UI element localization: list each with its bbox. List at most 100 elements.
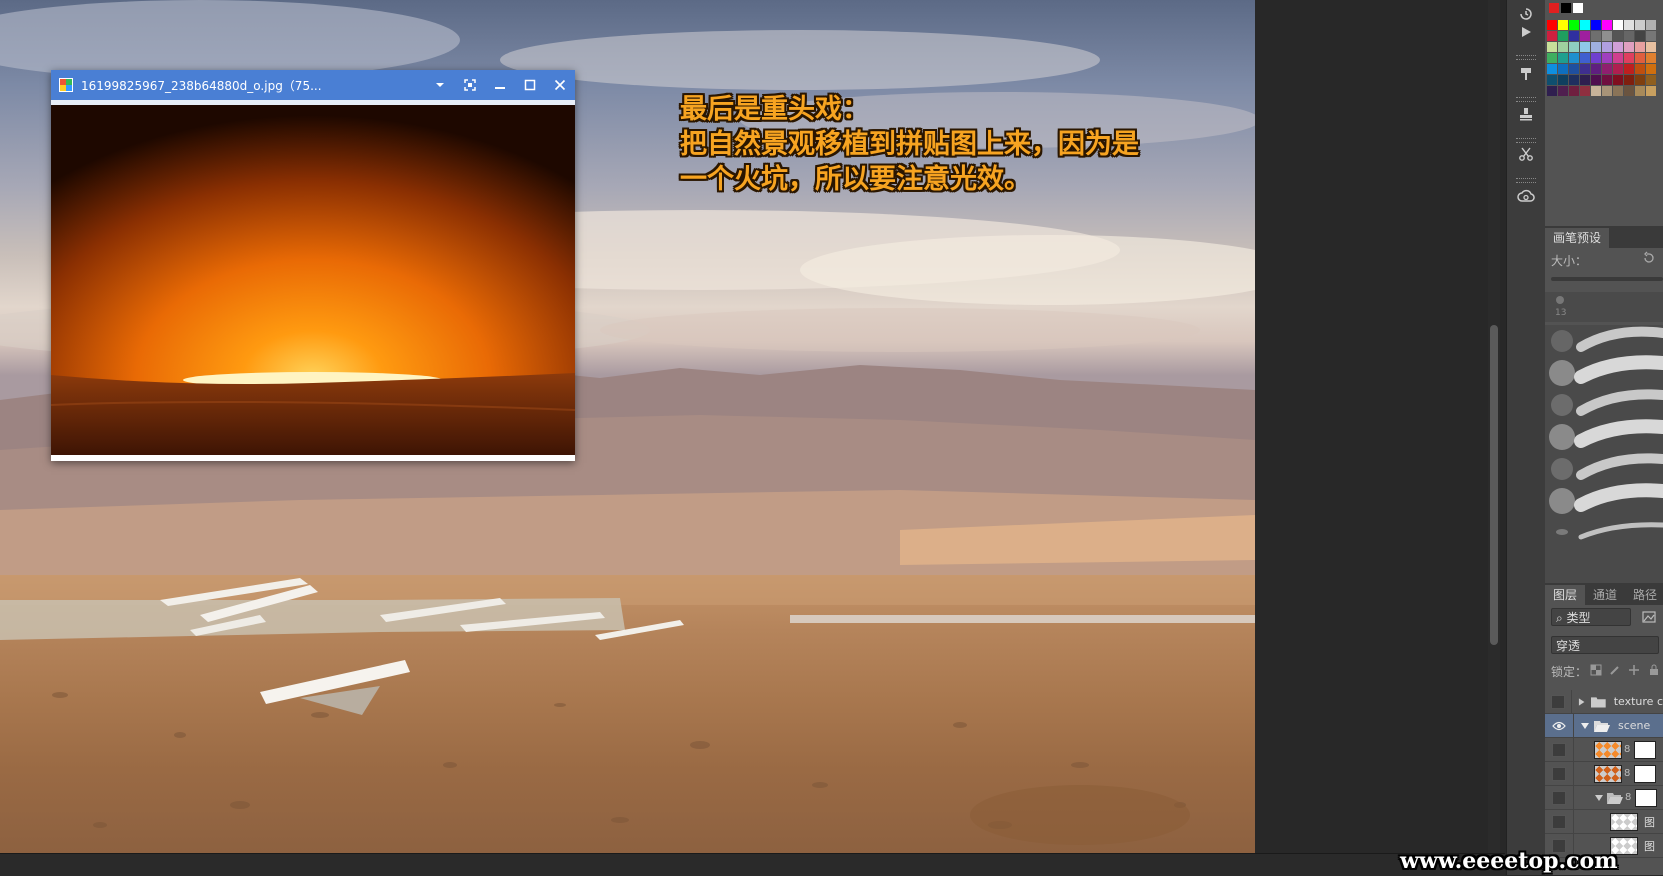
canvas-vertical-scrollbar[interactable] <box>1488 0 1500 853</box>
hidden-visibility-box <box>1552 766 1566 781</box>
layer-row-subgroup[interactable]: 8 <box>1545 786 1663 810</box>
fit-screen-icon <box>464 79 476 91</box>
brush-preset-list[interactable] <box>1545 325 1663 563</box>
layer-mask-thumbnail[interactable] <box>1634 740 1657 759</box>
brush-icon <box>1521 68 1531 80</box>
visibility-toggle[interactable] <box>1545 714 1574 737</box>
fire-crater-photo <box>51 105 575 455</box>
layer-thumbnail <box>1610 812 1638 831</box>
brush-size-slider[interactable] <box>1551 277 1663 281</box>
stamp-icon <box>1520 108 1532 121</box>
hidden-visibility-box <box>1550 694 1565 709</box>
play-icon <box>1522 27 1531 37</box>
layer-name: 图 <box>1644 815 1655 829</box>
image-viewer-window[interactable]: 16199825967_238b64880d_o.jpg（75... <box>51 70 575 461</box>
window-title-bar[interactable]: 16199825967_238b64880d_o.jpg（75... <box>51 70 575 100</box>
visibility-toggle[interactable] <box>1545 690 1572 713</box>
chevron-down-icon <box>436 83 444 87</box>
layer-thumbnail <box>1594 764 1622 783</box>
image-filter-icon[interactable] <box>1642 610 1656 624</box>
layer-filter-value: 类型 <box>1566 611 1591 625</box>
visibility-toggle[interactable] <box>1545 738 1574 761</box>
blend-mode-value: 穿透 <box>1556 639 1581 653</box>
hidden-visibility-box <box>1552 790 1566 805</box>
layer-name: texture c <box>1613 695 1663 708</box>
tool-presets-button[interactable] <box>1512 140 1540 168</box>
lock-transparent-icon[interactable] <box>1590 664 1602 676</box>
brush-settings-button[interactable] <box>1512 60 1540 88</box>
right-panels: 画笔预设 大小： 13 图层 通道 路径 ⌕ 类型 穿透 锁定： texture… <box>1545 0 1663 875</box>
lock-label: 锁定： <box>1551 665 1588 679</box>
brush-panel-footer <box>1545 563 1663 583</box>
hidden-visibility-box <box>1552 814 1566 829</box>
reset-icon[interactable] <box>1642 251 1656 265</box>
maximize-button[interactable] <box>515 70 545 100</box>
layers-tabbar: 图层 通道 路径 <box>1545 583 1663 605</box>
annotation-line: 一个火坑，所以要注意光效。 <box>680 164 1031 195</box>
folder-open-icon <box>1594 720 1610 732</box>
layer-name: scene <box>1618 719 1651 732</box>
folder-icon <box>1591 696 1606 708</box>
lock-all-icon[interactable] <box>1648 664 1660 676</box>
link-icon: 8 <box>1625 792 1632 803</box>
visibility-toggle[interactable] <box>1545 786 1574 809</box>
brush-preview-cell[interactable]: 13 <box>1545 292 1663 322</box>
brush-tip-icon <box>1556 296 1564 304</box>
close-button[interactable] <box>545 70 575 100</box>
creative-cloud-icon <box>1517 189 1535 202</box>
maximize-icon <box>524 79 536 91</box>
close-icon <box>554 79 566 91</box>
brush-stroke-previews <box>1549 326 1663 540</box>
eye-icon <box>1552 721 1566 730</box>
layer-filter-select[interactable]: ⌕ 类型 <box>1551 608 1631 626</box>
layer-mask-thumbnail[interactable] <box>1635 788 1658 807</box>
brush-presets-tabbar: 画笔预设 <box>1545 226 1663 248</box>
swatches-panel <box>1545 0 1663 210</box>
actions-play-button[interactable] <box>1512 18 1540 46</box>
fit-screen-button[interactable] <box>455 70 485 100</box>
brush-size-label: 大小： <box>1551 254 1588 268</box>
layer-row-scene[interactable]: scene <box>1545 714 1663 738</box>
layer-row-texture[interactable]: texture c <box>1545 690 1663 714</box>
layer-row[interactable]: 图 <box>1545 810 1663 834</box>
annotation-line: 最后是重头戏： <box>680 94 869 125</box>
minimize-icon <box>495 87 505 89</box>
panel-icon-strip <box>1506 0 1546 875</box>
annotation-line: 把自然景观移植到拼贴图上来，因为是 <box>680 129 1139 160</box>
image-file-icon <box>59 78 73 92</box>
window-menu-button[interactable] <box>425 70 455 100</box>
visibility-toggle[interactable] <box>1545 762 1574 785</box>
window-title: 16199825967_238b64880d_o.jpg（75... <box>81 78 322 93</box>
scrollbar-thumb[interactable] <box>1490 325 1498 645</box>
layer-row[interactable]: 8 <box>1545 762 1663 786</box>
search-icon: ⌕ <box>1556 611 1567 625</box>
site-watermark: www.eeeetop.com <box>1400 848 1618 874</box>
scissors-icon <box>1519 147 1533 161</box>
link-icon: 8 <box>1624 744 1631 755</box>
layer-mask-thumbnail[interactable] <box>1634 764 1657 783</box>
tab-layers[interactable]: 图层 <box>1545 585 1586 605</box>
layer-name: 图 <box>1644 839 1655 853</box>
tab-paths[interactable]: 路径 <box>1625 585 1663 605</box>
blend-mode-select[interactable]: 穿透 <box>1551 636 1659 654</box>
tab-channels[interactable]: 通道 <box>1585 585 1625 605</box>
swatch-grid[interactable] <box>1545 0 1663 110</box>
hidden-visibility-box <box>1552 742 1566 757</box>
chevron-down-icon[interactable] <box>1580 722 1590 730</box>
tutorial-annotation: 最后是重头戏： 把自然景观移植到拼贴图上来，因为是 一个火坑，所以要注意光效。 <box>680 92 1200 197</box>
clone-source-button[interactable] <box>1512 100 1540 128</box>
status-bar <box>0 853 1505 876</box>
minimize-button[interactable] <box>485 70 515 100</box>
lock-position-icon[interactable] <box>1628 664 1640 676</box>
chevron-right-icon[interactable] <box>1578 697 1585 707</box>
layer-thumbnail <box>1594 740 1622 759</box>
creative-cloud-button[interactable] <box>1512 182 1540 210</box>
visibility-toggle[interactable] <box>1545 810 1574 833</box>
chevron-down-icon[interactable] <box>1594 794 1604 802</box>
layer-row[interactable]: 8 <box>1545 738 1663 762</box>
tab-brush-presets[interactable]: 画笔预设 <box>1545 228 1610 248</box>
lock-pixels-icon[interactable] <box>1609 664 1621 676</box>
link-icon: 8 <box>1624 768 1631 779</box>
folder-open-icon <box>1607 792 1623 804</box>
solar-panel-structures <box>0 578 1255 715</box>
